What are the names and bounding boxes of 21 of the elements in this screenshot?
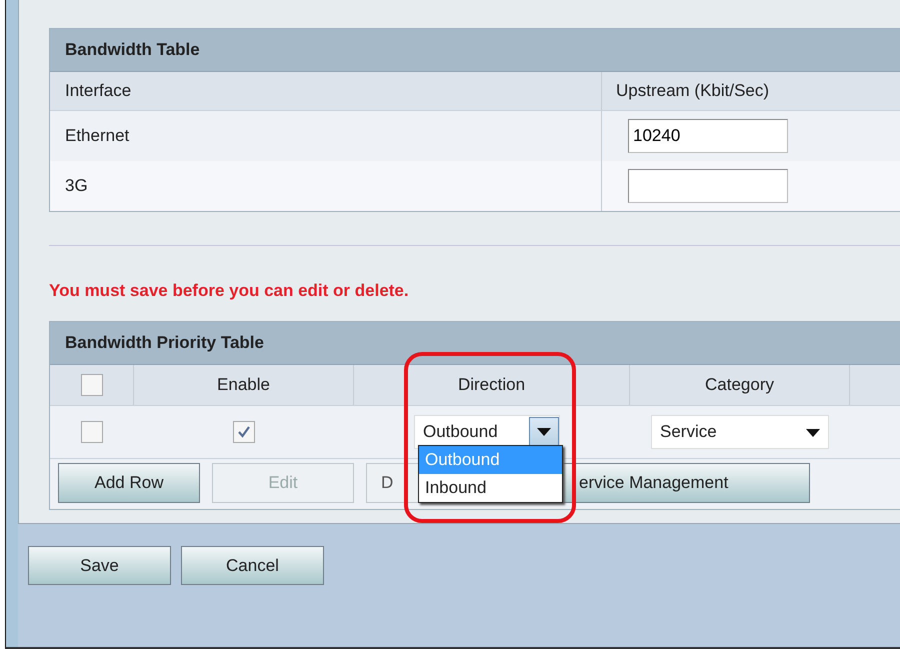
table-button[interactable]: Add Row — [58, 463, 200, 503]
category-dropdown[interactable]: Service — [651, 415, 829, 449]
upstream-field[interactable] — [628, 169, 788, 203]
column-header: Enable — [134, 365, 354, 405]
table-title: Bandwidth Priority Table — [50, 322, 900, 365]
column-header: Upstream (Kbit/Sec) — [602, 72, 900, 110]
upstream-field[interactable]: 10240 — [628, 119, 788, 153]
table-title: Bandwidth Table — [50, 29, 900, 72]
checkbox[interactable] — [81, 421, 103, 443]
table-cell: 3G — [50, 161, 602, 211]
checkbox[interactable] — [80, 374, 102, 396]
check-icon — [236, 424, 252, 440]
save-button[interactable]: Save — [28, 546, 171, 585]
column-header: Category — [630, 365, 850, 405]
checkbox[interactable] — [233, 421, 255, 443]
column-header: Interface — [50, 72, 602, 110]
caret-icon — [806, 429, 820, 437]
caret-icon — [537, 428, 551, 436]
cancel-button[interactable]: Cancel — [181, 546, 324, 585]
warning-message: You must save before you can edit or delete. — [49, 281, 409, 301]
column-header: Direction — [354, 365, 630, 405]
